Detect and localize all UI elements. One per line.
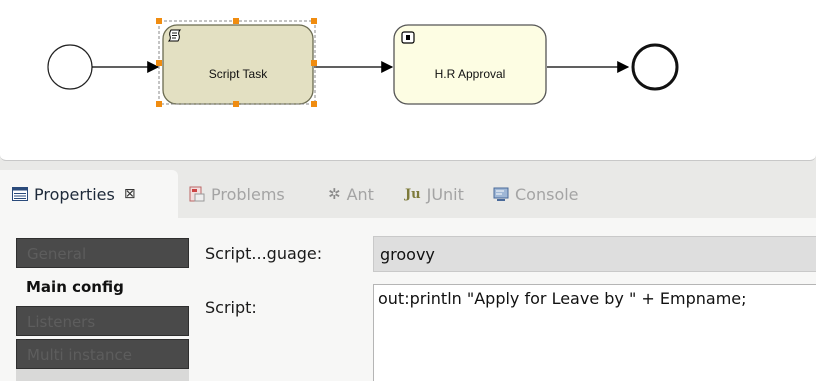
end-event[interactable] — [631, 43, 679, 91]
tab-junit-label: JUnit — [426, 184, 464, 204]
tab-console[interactable]: Console — [493, 170, 579, 218]
sidenav-item-listeners[interactable]: Listeners — [16, 306, 189, 336]
diagram-canvas[interactable]: Script Task H.R Approval — [0, 0, 816, 161]
ant-icon: ✲ — [328, 185, 341, 203]
selection-handle-ne[interactable] — [311, 18, 317, 24]
console-icon — [493, 187, 509, 201]
sidenav-bottom-edge — [16, 369, 189, 381]
sidenav-item-multi-instance[interactable]: Multi instance — [16, 339, 189, 369]
selection-handle-s[interactable] — [233, 101, 239, 107]
properties-icon — [12, 187, 28, 201]
hr-approval-task-shape[interactable] — [393, 24, 547, 105]
user-task-icon — [401, 31, 415, 44]
tab-ant-label: Ant — [346, 184, 374, 204]
selection-handle-se[interactable] — [311, 101, 317, 107]
sidenav-item-main-config[interactable]: Main config — [16, 274, 189, 300]
tab-console-label: Console — [515, 184, 579, 204]
junit-icon: Ju — [405, 186, 421, 202]
tab-junit[interactable]: Ju JUnit — [405, 170, 464, 218]
script-textarea[interactable]: out:println "Apply for Leave by " + Empn… — [373, 284, 816, 381]
properties-panel: General Main config Listeners Multi inst… — [0, 218, 816, 381]
selection-handle-sw[interactable] — [156, 101, 162, 107]
view-tab-bar: Properties ⊠ Problems ✲ Ant Ju JUnit Con… — [0, 170, 816, 218]
close-icon[interactable]: ⊠ — [124, 186, 136, 202]
selection-handle-n[interactable] — [233, 18, 239, 24]
sidenav-item-general[interactable]: General — [16, 238, 189, 268]
tab-problems-label: Problems — [211, 184, 285, 204]
tab-problems[interactable]: Problems — [189, 170, 285, 218]
script-task-label: Script Task — [208, 67, 268, 81]
selection-handle-e[interactable] — [311, 60, 317, 66]
script-icon — [168, 29, 182, 42]
script-language-field[interactable]: groovy — [373, 236, 816, 272]
tab-properties[interactable]: Properties ⊠ — [0, 170, 178, 218]
selection-handle-w[interactable] — [156, 60, 162, 66]
tab-properties-label: Properties — [34, 184, 115, 204]
script-language-label: Script...guage: — [205, 244, 323, 263]
script-label: Script: — [205, 298, 257, 317]
hr-approval-task-label: H.R Approval — [434, 67, 506, 81]
script-task-shape[interactable] — [162, 24, 314, 105]
tab-ant[interactable]: ✲ Ant — [328, 170, 374, 218]
start-event[interactable] — [47, 44, 93, 90]
selection-handle-nw[interactable] — [156, 18, 162, 24]
problems-icon — [189, 186, 205, 202]
